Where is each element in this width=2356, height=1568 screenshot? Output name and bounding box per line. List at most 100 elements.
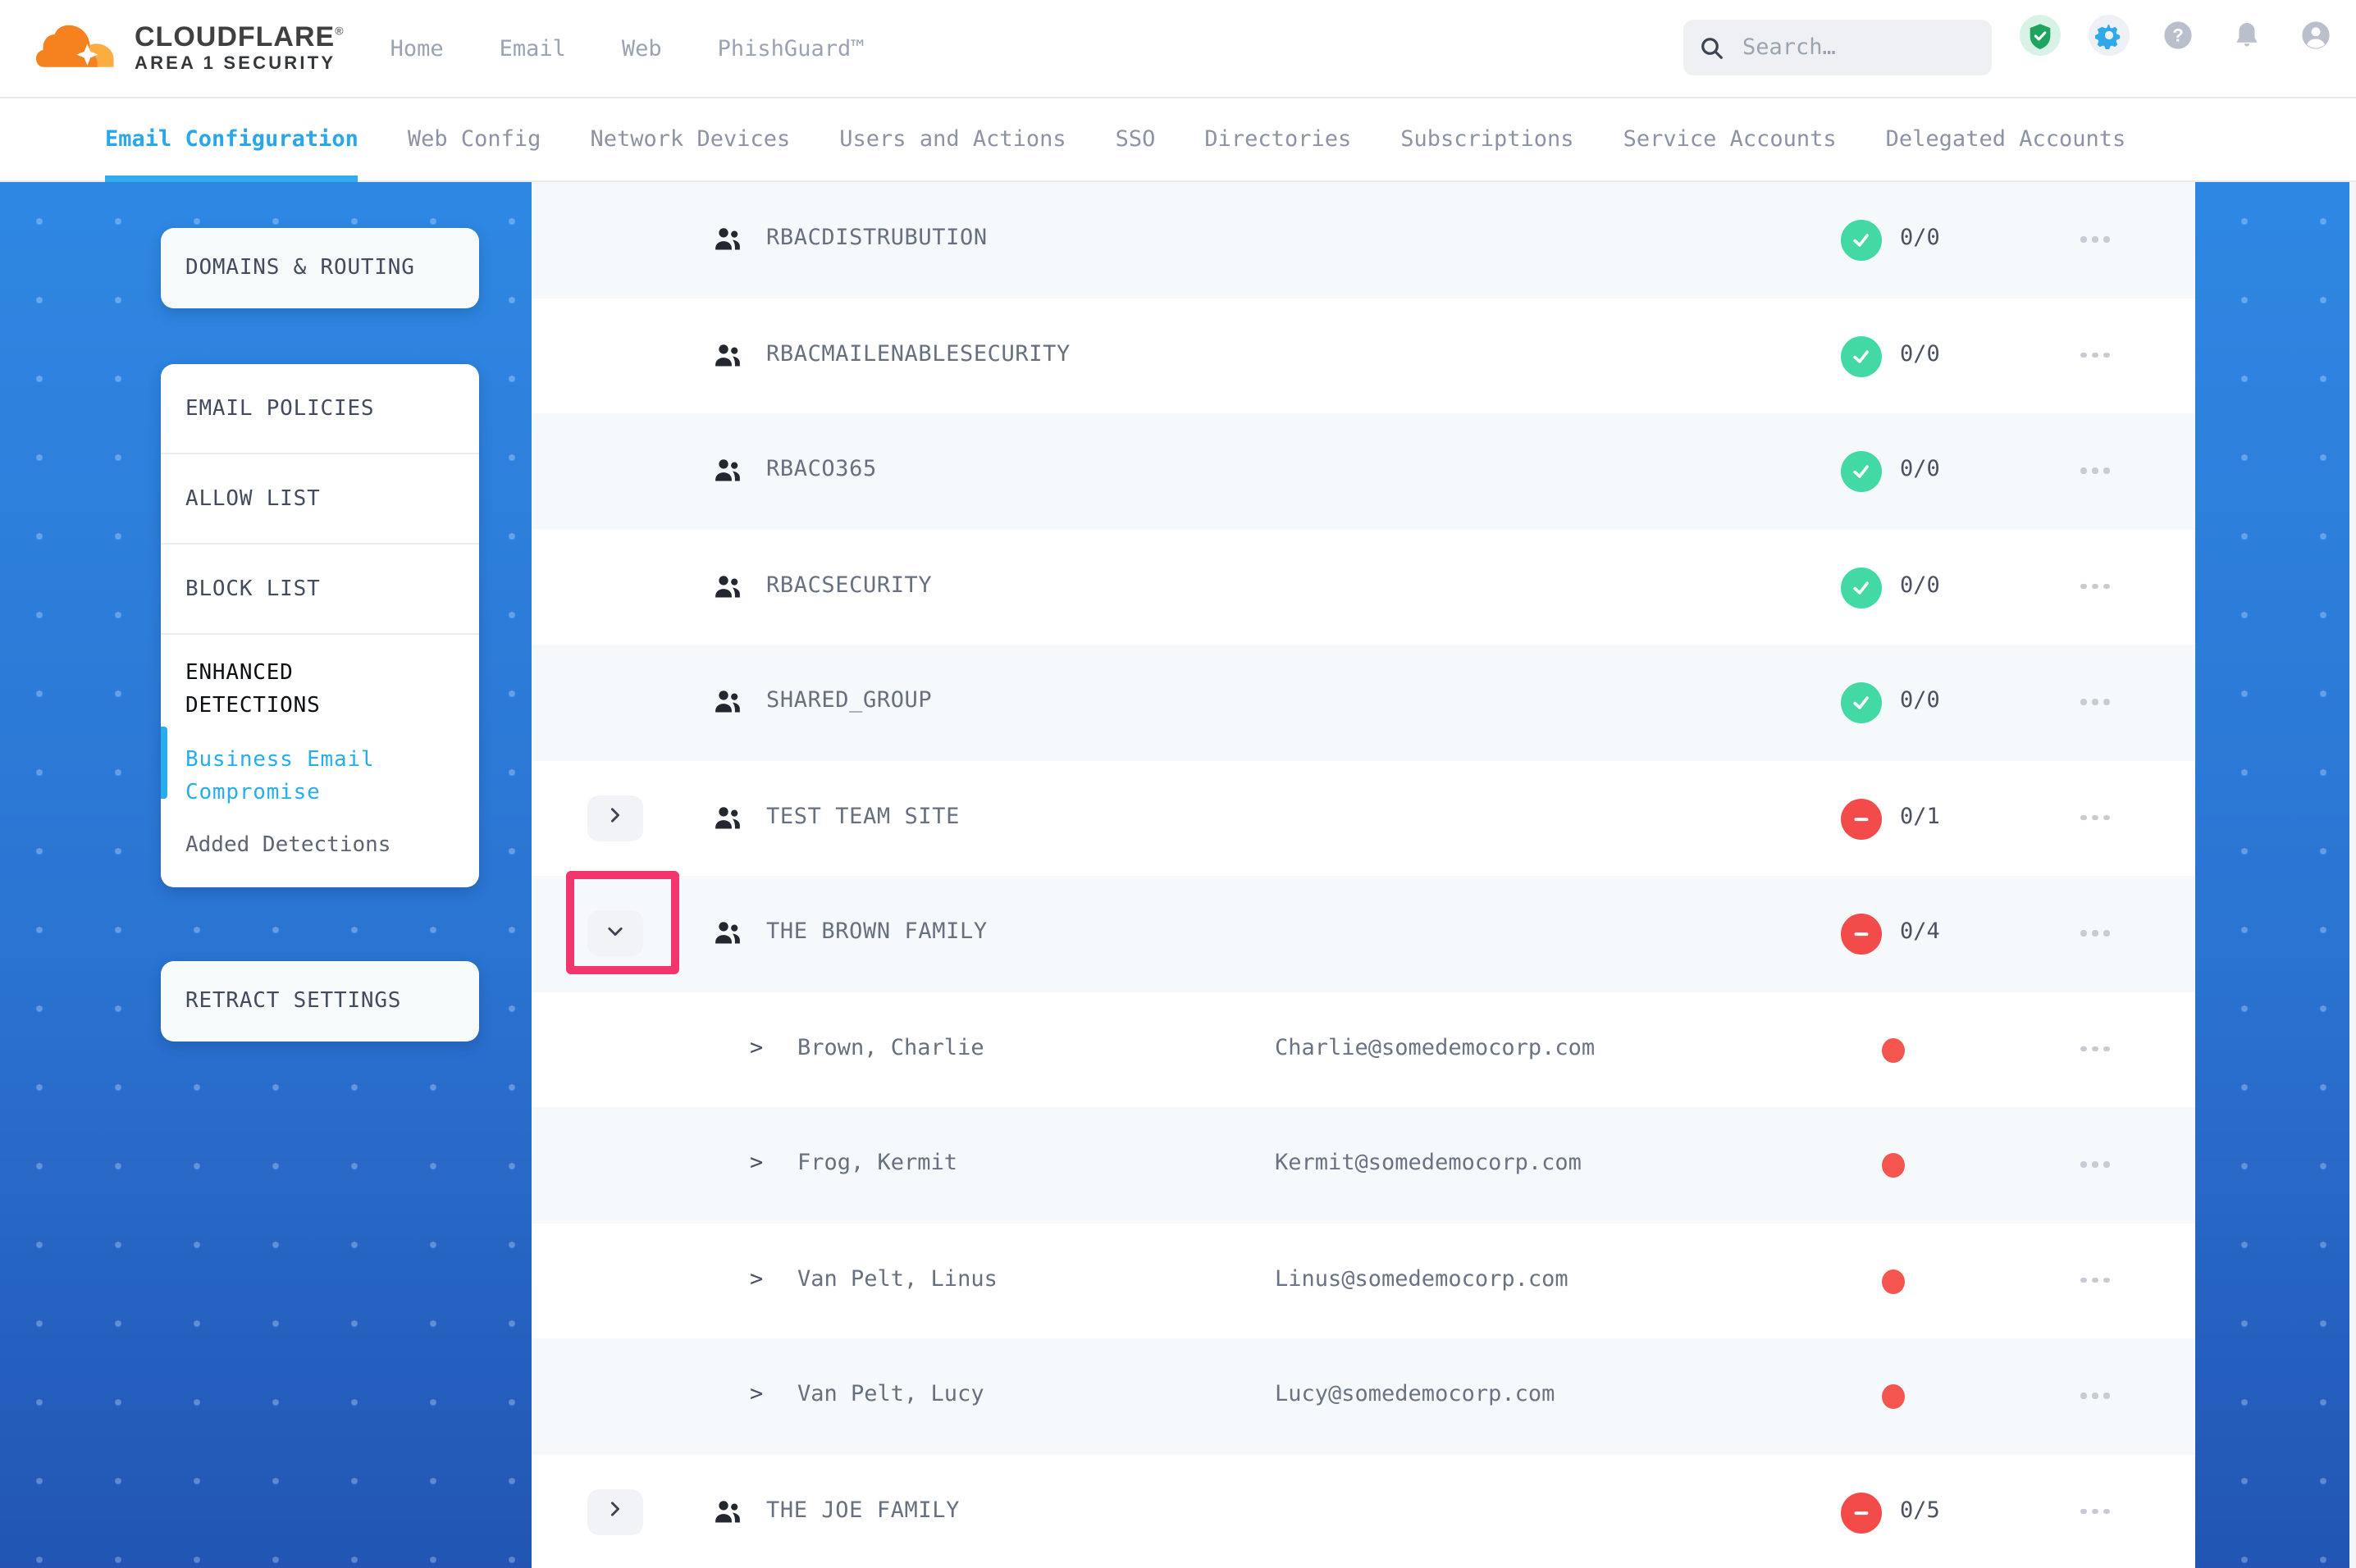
svg-text:?: ? [2172,25,2183,46]
expand-group-button[interactable] [587,1488,643,1534]
member-chevron-right-icon[interactable]: > [750,1034,763,1060]
tab-sso[interactable]: SSO [1116,96,1156,181]
search-icon [1700,35,1724,60]
scrollbar-track[interactable] [2349,182,2356,1568]
member-name: Van Pelt, Lucy [797,1381,984,1407]
groups-table: RBACDISTRUBUTION 0/0 RBACMAILENABLESECURIT… [532,182,2195,1568]
tab-service-accounts[interactable]: Service Accounts [1623,96,1837,181]
gear-icon[interactable] [2089,15,2130,56]
account-icon[interactable] [2295,15,2336,56]
settings-tabbar: Email Configuration Web Config Network D… [0,97,2356,182]
row-actions-menu-icon[interactable] [2080,583,2110,589]
row-actions-menu-icon[interactable] [2080,1046,2110,1051]
member-row: >Van Pelt, LinusLinus@somedemocorp.com [532,1223,2195,1338]
sidebar-item-business-email-compromise[interactable]: Business Email Compromise [185,745,436,812]
row-actions-menu-icon[interactable] [2080,1508,2110,1514]
tab-directories[interactable]: Directories [1204,96,1351,181]
header-icon-group: ? [2020,15,2336,56]
brand-subtitle: AREA 1 SECURITY [135,55,345,74]
enhanced-detections-section: ENHANCED DETECTIONS Business Email Compr… [161,635,479,864]
sidebar-item-block-list[interactable]: BLOCK LIST [161,545,479,635]
sidebar-item-allow-list[interactable]: ALLOW LIST [161,454,479,545]
group-icon [714,689,742,720]
row-actions-menu-icon[interactable] [2080,1277,2110,1283]
group-icon [714,458,742,489]
tab-users-and-actions[interactable]: Users and Actions [839,96,1066,181]
group-icon [714,805,742,836]
nav-web[interactable]: Web [622,35,662,62]
group-row: TEST TEAM SITE0/1 [532,760,2195,876]
nav-phishguard[interactable]: PhishGuard™ [718,35,865,62]
sidebar-policy-menu: EMAIL POLICIES ALLOW LIST BLOCK LIST ENH… [161,364,479,887]
detection-count: 0/0 [1900,572,1940,598]
group-icon [714,226,742,258]
row-actions-menu-icon[interactable] [2080,1393,2110,1398]
member-email: Lucy@somedemocorp.com [1275,1381,1555,1407]
row-actions-menu-icon[interactable] [2080,930,2110,936]
primary-nav: Home Email Web PhishGuard™ [390,35,865,62]
member-name: Brown, Charlie [797,1034,984,1060]
chevron-right-icon [605,805,625,830]
member-chevron-right-icon[interactable]: > [750,1381,763,1407]
shield-check-icon[interactable] [2020,15,2061,56]
app-window: CLOUDFLARE® AREA 1 SECURITY Home Email W… [0,0,2356,1568]
tab-web-config[interactable]: Web Config [408,96,541,181]
retract-settings-label: RETRACT SETTINGS [185,989,401,1014]
tab-network-devices[interactable]: Network Devices [590,96,790,181]
row-actions-menu-icon[interactable] [2080,467,2110,473]
search-input[interactable] [1739,33,1959,62]
status-alert-dot [1882,1153,1905,1178]
group-name: RBACMAILENABLESECURITY [766,340,1071,367]
chevron-right-icon [605,1499,625,1524]
group-row: SHARED_GROUP0/0 [532,645,2195,760]
status-ok-badge [1841,220,1882,261]
domains-routing-label: DOMAINS & ROUTING [185,256,415,280]
group-icon [714,920,742,951]
top-header: CLOUDFLARE® AREA 1 SECURITY Home Email W… [0,0,2356,98]
row-actions-menu-icon[interactable] [2080,814,2110,820]
detection-count: 0/0 [1900,456,1940,482]
detection-count: 0/1 [1900,803,1940,829]
group-row: RBACMAILENABLESECURITY0/0 [532,298,2195,413]
cloudflare-cloud-icon [36,19,121,78]
brand-name: CLOUDFLARE® [135,23,345,52]
member-chevron-right-icon[interactable]: > [750,1265,763,1292]
tab-subscriptions[interactable]: Subscriptions [1400,96,1573,181]
enhanced-detections-heading: ENHANCED DETECTIONS [185,658,436,724]
tab-email-configuration[interactable]: Email Configuration [105,96,358,181]
expand-group-button[interactable] [587,795,643,841]
detection-count: 0/5 [1900,1497,1940,1523]
group-row: RBACSECURITY 0/0 [532,529,2195,645]
row-actions-menu-icon[interactable] [2080,1161,2110,1167]
member-row: > Frog, Kermit Kermit@somedemocorp.com [532,1107,2195,1223]
tab-delegated-accounts[interactable]: Delegated Accounts [1886,96,2126,181]
member-name: Frog, Kermit [797,1150,957,1176]
collapse-group-button[interactable] [587,910,643,956]
group-icon [714,573,742,604]
status-alert-dot [1882,1269,1905,1293]
nav-email[interactable]: Email [500,35,566,62]
nav-home[interactable]: Home [390,35,444,62]
row-actions-menu-icon[interactable] [2080,699,2110,704]
status-ok-badge [1841,451,1882,492]
status-ok-badge [1841,567,1882,608]
member-name: Van Pelt, Linus [797,1265,998,1292]
sidebar-domains-routing[interactable]: DOMAINS & ROUTING [161,228,479,308]
group-name: THE BROWN FAMILY [766,918,988,945]
member-row: >Brown, CharlieCharlie@somedemocorp.com [532,991,2195,1107]
member-email: Kermit@somedemocorp.com [1275,1150,1582,1176]
row-actions-menu-icon[interactable] [2080,352,2110,358]
status-ok-badge [1841,335,1882,376]
sidebar-item-added-detections[interactable]: Added Detections [185,832,436,857]
group-name: RBACSECURITY [766,572,932,598]
sidebar-item-email-policies[interactable]: EMAIL POLICIES [161,364,479,454]
group-name: RBACDISTRUBUTION [766,225,988,251]
help-icon[interactable]: ? [2157,15,2198,56]
bell-icon[interactable] [2226,15,2267,56]
cloudflare-logo: CLOUDFLARE® AREA 1 SECURITY [36,19,345,78]
search-box[interactable] [1683,20,1992,75]
row-actions-menu-icon[interactable] [2080,236,2110,242]
member-chevron-right-icon[interactable]: > [750,1150,763,1176]
sidebar-retract-settings[interactable]: RETRACT SETTINGS [161,961,479,1042]
group-icon [714,342,742,373]
